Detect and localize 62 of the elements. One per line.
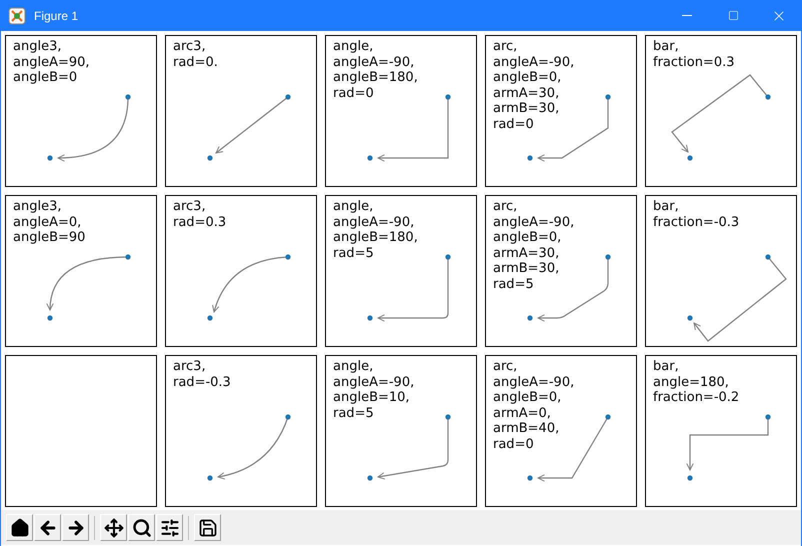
data-point <box>367 155 373 161</box>
data-point <box>207 475 213 481</box>
forward-button[interactable] <box>62 514 89 541</box>
data-point <box>207 315 213 321</box>
search-icon <box>132 518 152 538</box>
data-point <box>285 94 291 100</box>
data-point <box>765 254 771 260</box>
panel-label: bar, fraction=-0.3 <box>653 199 740 230</box>
home-button[interactable] <box>6 514 33 541</box>
panel-label: angle3, angleA=90, angleB=0 <box>13 39 90 86</box>
save-button[interactable] <box>194 514 221 541</box>
window-title: Figure 1 <box>34 8 78 24</box>
data-point <box>285 414 291 420</box>
pan-button[interactable] <box>100 514 127 541</box>
connector-arrow <box>58 96 129 162</box>
data-point <box>207 155 213 161</box>
panel-label: arc3, rad=-0.3 <box>173 359 231 390</box>
maximize-icon <box>728 10 738 21</box>
data-point <box>125 254 131 260</box>
panel-label: arc, angleA=-90, angleB=0, armA=0, armB=40, rad=0 <box>493 359 574 452</box>
data-point <box>687 155 693 161</box>
data-point <box>445 254 451 260</box>
minimize-icon <box>682 15 692 16</box>
connector-arrow <box>378 257 449 322</box>
data-point <box>527 155 533 161</box>
panel-label: angle3, angleA=0, angleB=90 <box>13 199 86 246</box>
data-point <box>367 315 373 321</box>
connector-arrow <box>378 97 449 162</box>
data-point <box>285 254 291 260</box>
panel-label: bar, fraction=0.3 <box>653 39 735 70</box>
data-point <box>445 414 451 420</box>
data-point <box>47 155 53 161</box>
sliders-icon <box>160 518 180 538</box>
data-point <box>47 315 53 321</box>
data-point <box>125 94 131 100</box>
settings-button[interactable] <box>156 514 183 541</box>
home-icon <box>10 518 30 538</box>
data-point <box>765 414 771 420</box>
app-icon <box>8 6 26 24</box>
connector-arrow <box>378 417 449 480</box>
zoom-button[interactable] <box>128 514 155 541</box>
connector-arrow <box>218 416 289 480</box>
panel-label: bar, angle=180, fraction=-0.2 <box>653 359 740 406</box>
data-point <box>527 315 533 321</box>
panel-label: arc, angleA=-90, angleB=0, armA=30, armB=30, rad=5 <box>493 199 574 292</box>
data-point <box>687 315 693 321</box>
data-point <box>605 414 611 420</box>
panel-label: arc3, rad=0. <box>173 39 218 70</box>
data-point <box>605 254 611 260</box>
panel-label: angle, angleA=-90, angleB=180, rad=5 <box>333 199 418 261</box>
panel-label: arc, angleA=-90, angleB=0, armA=30, armB=30, rad=0 <box>493 39 574 132</box>
move-icon <box>104 518 124 538</box>
data-point <box>687 475 693 481</box>
data-point <box>605 94 611 100</box>
data-point <box>527 475 533 481</box>
data-point <box>367 475 373 481</box>
data-point <box>445 94 451 100</box>
data-point <box>765 94 771 100</box>
back-button[interactable] <box>34 514 61 541</box>
panel-label: arc3, rad=0.3 <box>173 199 226 230</box>
panel-label: angle, angleA=-90, angleB=10, rad=5 <box>333 359 414 421</box>
panel-label: angle, angleA=-90, angleB=180, rad=0 <box>333 39 418 101</box>
